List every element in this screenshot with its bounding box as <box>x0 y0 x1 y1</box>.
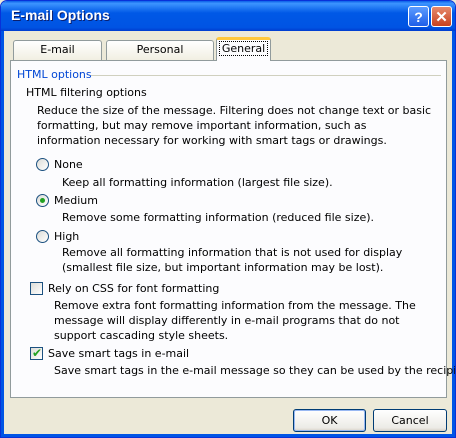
ok-button[interactable]: OK <box>293 409 366 432</box>
window-frame-bottom <box>1 434 455 437</box>
rely-on-css-description: Remove extra font formatting information… <box>54 299 416 342</box>
group-label-html-options: HTML options <box>17 68 92 81</box>
radio-medium[interactable] <box>36 194 49 207</box>
close-button[interactable]: ✕ <box>431 6 452 27</box>
tab-general[interactable]: General <box>216 37 271 61</box>
group-divider <box>91 75 441 76</box>
save-smart-tags-description: Save smart tags in the e-mail message so… <box>54 364 456 377</box>
check-mark-icon: ✔ <box>32 346 43 360</box>
dialog-title: E-mail Options <box>11 7 110 23</box>
rely-on-css-checkbox[interactable] <box>30 282 43 295</box>
save-smart-tags-checkbox[interactable]: ✔ <box>30 346 43 360</box>
help-button[interactable]: ? <box>408 6 429 27</box>
radio-high-label[interactable]: High <box>54 229 79 244</box>
tab-personal-stationery[interactable]: Personal Stationery <box>106 40 214 74</box>
tab-email-signature[interactable]: E-mail Signature <box>13 40 102 74</box>
close-icon: ✕ <box>435 8 448 26</box>
html-filtering-options-label: HTML filtering options <box>26 86 147 99</box>
rely-on-css-label[interactable]: Rely on CSS for font formatting <box>48 281 219 296</box>
save-smart-tags-label[interactable]: Save smart tags in e-mail <box>48 346 189 361</box>
radio-none-description: Keep all formatting information (largest… <box>62 176 333 189</box>
cancel-button[interactable]: Cancel <box>373 409 447 432</box>
tab-label: General <box>218 41 269 56</box>
radio-none[interactable] <box>36 158 49 171</box>
email-options-dialog: E-mail Options ? ✕ E-mail Signature Pers… <box>0 0 456 438</box>
title-bar[interactable]: E-mail Options ? ✕ <box>1 1 455 31</box>
radio-high[interactable] <box>36 230 49 243</box>
radio-high-description: Remove all formatting information that i… <box>62 246 403 274</box>
radio-medium-description: Remove some formatting information (redu… <box>62 211 375 224</box>
radio-none-label[interactable]: None <box>54 157 83 172</box>
radio-medium-label[interactable]: Medium <box>54 193 98 208</box>
filtering-description: Reduce the size of the message. Filterin… <box>37 104 432 147</box>
window-frame-left <box>1 31 4 437</box>
question-mark-icon: ? <box>414 8 423 25</box>
